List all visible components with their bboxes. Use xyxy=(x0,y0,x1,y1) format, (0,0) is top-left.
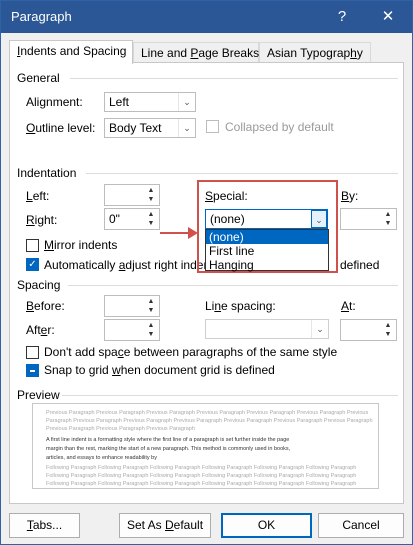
caret-down-icon[interactable]: ▼ xyxy=(381,330,395,339)
ok-button[interactable]: OK xyxy=(221,513,312,538)
preview-main-line: articles, and essays to enhance readabil… xyxy=(46,455,157,461)
alignment-dropdown[interactable]: Left ⌄ xyxy=(104,92,196,112)
divider xyxy=(70,78,398,79)
indentation-heading: Indentation xyxy=(17,166,77,180)
caret-down-icon[interactable]: ▼ xyxy=(144,219,158,228)
tab-label-accel: h xyxy=(350,46,357,60)
preview-previous-line: Paragraph Previous Paragraph Previous Pa… xyxy=(46,418,373,424)
paragraph-dialog: Paragraph ? ✕ Indents and Spacing Line a… xyxy=(0,0,413,545)
dont-add-space-label: Don't add space between paragraphs of th… xyxy=(44,345,338,359)
preview-main-line: A first line indent is a formatting styl… xyxy=(46,437,290,443)
caret-up-icon[interactable]: ▲ xyxy=(381,321,395,330)
preview-previous-line: Previous Paragraph Previous Paragraph Pr… xyxy=(46,410,369,416)
caret-up-icon[interactable]: ▲ xyxy=(144,297,158,306)
tabs-button[interactable]: Tabs... xyxy=(9,513,80,538)
right-indent-label: Right: xyxy=(26,213,58,227)
close-button[interactable]: ✕ xyxy=(373,5,403,29)
outline-level-label: Outline level: xyxy=(26,121,96,135)
chevron-down-icon: ⌄ xyxy=(311,320,328,338)
auto-adjust-label: Automatically adjust right inden xyxy=(44,258,211,272)
caret-down-icon[interactable]: ▼ xyxy=(144,330,158,339)
auto-adjust-label-tail: defined xyxy=(340,258,380,272)
preview-following-line: Following Paragraph Following Paragraph … xyxy=(46,481,357,487)
by-spinner[interactable]: ▲ ▼ xyxy=(340,208,397,230)
line-spacing-label: Line spacing: xyxy=(205,299,276,313)
tab-label: Asian Typograp xyxy=(267,46,351,60)
snap-to-grid-label: Snap to grid when document grid is defin… xyxy=(44,363,275,377)
alignment-label: Alignment: xyxy=(26,95,83,109)
left-indent-label: Left: xyxy=(26,189,50,203)
divider xyxy=(86,173,398,174)
set-as-default-button[interactable]: Set As Default xyxy=(119,513,211,538)
left-indent-spinner[interactable]: ▲ ▼ xyxy=(104,184,160,206)
special-options-list: (none) First line Hanging xyxy=(205,229,329,272)
divider xyxy=(68,285,398,286)
auto-adjust-checkbox[interactable]: ✓ xyxy=(26,258,39,271)
caret-up-icon[interactable]: ▲ xyxy=(144,321,158,330)
tab-label: y xyxy=(356,46,363,60)
spinner-buttons: ▲ ▼ xyxy=(144,210,158,228)
mirror-indents-checkbox[interactable] xyxy=(26,239,39,252)
preview-following-line: Following Paragraph Following Paragraph … xyxy=(46,465,357,471)
after-spinner[interactable]: ▲ ▼ xyxy=(104,319,160,341)
help-button[interactable]: ? xyxy=(327,5,357,29)
spinner-buttons: ▲ ▼ xyxy=(144,297,158,315)
tab-label: age Breaks xyxy=(198,46,260,60)
preview-box: Previous Paragraph Previous Paragraph Pr… xyxy=(32,403,379,489)
spinner-buttons: ▲ ▼ xyxy=(144,321,158,339)
preview-heading: Preview xyxy=(17,388,60,402)
mirror-indents-label: Mirror indents xyxy=(44,238,118,252)
by-label: By: xyxy=(341,189,359,203)
special-option-hanging[interactable]: Hanging xyxy=(206,258,328,272)
line-spacing-dropdown[interactable]: ⌄ xyxy=(205,319,329,339)
dialog-title: Paragraph xyxy=(11,9,72,24)
before-spinner[interactable]: ▲ ▼ xyxy=(104,295,160,317)
outline-level-dropdown[interactable]: Body Text ⌄ xyxy=(104,118,196,138)
caret-down-icon[interactable]: ▼ xyxy=(381,219,395,228)
before-label: Before: xyxy=(26,299,65,313)
title-bar: Paragraph ? ✕ xyxy=(1,1,412,33)
alignment-value: Left xyxy=(109,95,130,109)
caret-down-icon[interactable]: ▼ xyxy=(144,195,158,204)
chevron-down-icon: ⌄ xyxy=(178,93,195,111)
outline-level-value: Body Text xyxy=(109,121,162,135)
divider xyxy=(62,395,398,396)
caret-up-icon[interactable]: ▲ xyxy=(144,186,158,195)
spacing-heading: Spacing xyxy=(17,278,61,292)
caret-down-icon[interactable]: ▼ xyxy=(144,306,158,315)
tab-label: Line and xyxy=(141,46,191,60)
preview-following-line: Following Paragraph Following Paragraph … xyxy=(46,473,357,479)
right-indent-value: 0" xyxy=(109,212,120,226)
caret-up-icon[interactable]: ▲ xyxy=(381,210,395,219)
tab-asian-typography[interactable]: Asian Typography xyxy=(259,42,371,63)
spinner-buttons: ▲ ▼ xyxy=(144,186,158,204)
collapsed-by-default-checkbox[interactable] xyxy=(206,120,219,133)
caret-up-icon[interactable]: ▲ xyxy=(144,210,158,219)
general-heading: General xyxy=(17,71,60,85)
special-option-none[interactable]: (none) xyxy=(206,230,328,244)
at-spinner[interactable]: ▲ ▼ xyxy=(340,319,397,341)
dont-add-space-checkbox[interactable] xyxy=(26,346,39,359)
tab-line-and-page-breaks[interactable]: Line and Page Breaks xyxy=(133,42,259,63)
tab-label: ndents and Spacing xyxy=(20,44,127,58)
collapsed-by-default-label: Collapsed by default xyxy=(225,120,334,134)
right-indent-spinner[interactable]: 0" ▲ ▼ xyxy=(104,208,160,230)
tab-indents-and-spacing[interactable]: Indents and Spacing xyxy=(9,40,133,64)
preview-previous-line: Previous Paragraph Previous Paragraph Pr… xyxy=(46,426,195,432)
spinner-buttons: ▲ ▼ xyxy=(381,321,395,339)
snap-to-grid-checkbox[interactable] xyxy=(26,364,39,377)
preview-main-line: margin than the rest, marking the start … xyxy=(46,446,291,452)
chevron-down-icon: ⌄ xyxy=(178,119,195,137)
special-option-first-line[interactable]: First line xyxy=(206,244,328,258)
after-label: After: xyxy=(26,323,55,337)
spinner-buttons: ▲ ▼ xyxy=(381,210,395,228)
at-label: At: xyxy=(341,299,356,313)
cancel-button[interactable]: Cancel xyxy=(318,513,404,538)
